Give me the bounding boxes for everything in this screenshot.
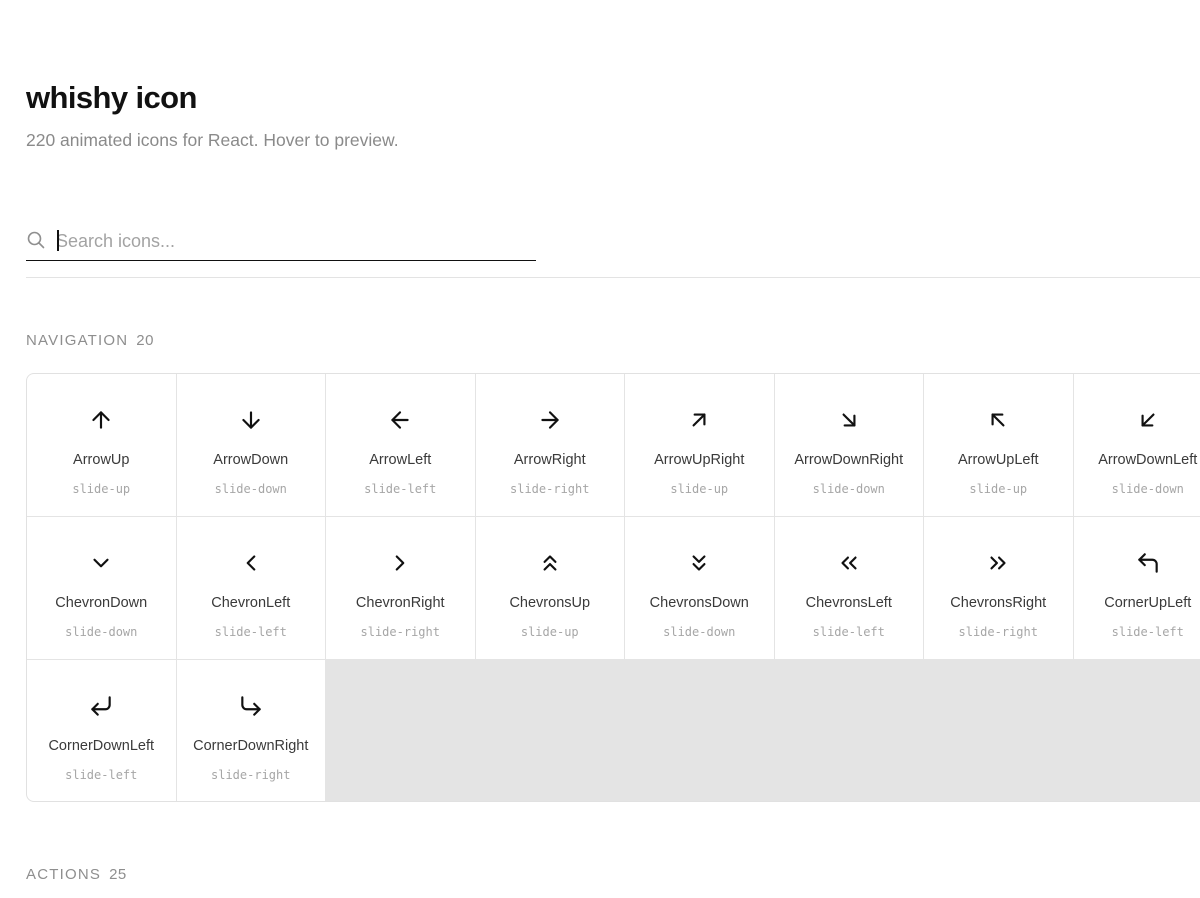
chevrons-right-icon (985, 550, 1011, 576)
icon-card-chevrons-down[interactable]: ChevronsDown slide-down (625, 517, 774, 659)
section-count: 20 (136, 332, 154, 349)
search-icon (26, 230, 46, 250)
icon-animation: slide-down (65, 625, 138, 639)
section-count: 25 (109, 866, 127, 883)
page-subtitle: 220 animated icons for React. Hover to p… (26, 130, 399, 150)
icon-card-chevron-down[interactable]: ChevronDown slide-down (27, 517, 176, 659)
icon-card-chevrons-right[interactable]: ChevronsRight slide-right (924, 517, 1073, 659)
icon-grid: ArrowUp slide-up ArrowDown slide-down ArrowL… (27, 374, 1200, 801)
chevrons-left-icon (836, 550, 862, 576)
corner-down-right-icon (238, 693, 264, 719)
arrow-up-right-icon (686, 407, 712, 433)
section-label: NAVIGATION (26, 332, 129, 349)
arrow-up-icon (88, 407, 114, 433)
chevrons-down-icon (686, 550, 712, 576)
icon-card-arrow-up-right[interactable]: ArrowUpRight slide-up (625, 374, 774, 516)
page-title: whishy icon (26, 80, 197, 115)
icon-animation: slide-right (211, 768, 291, 782)
icon-name: ArrowUp (73, 452, 130, 468)
icon-name: CornerDownLeft (48, 738, 155, 754)
icon-name: CornerUpLeft (1104, 595, 1192, 611)
corner-down-left-icon (88, 693, 114, 719)
icon-animation: slide-left (214, 625, 287, 639)
icon-card-corner-up-left[interactable]: CornerUpLeft slide-left (1073, 517, 1200, 659)
icon-name: CornerDownRight (193, 738, 309, 754)
icon-card-arrow-down-right[interactable]: ArrowDownRight slide-down (774, 374, 923, 516)
arrow-down-left-icon (1135, 407, 1161, 433)
icon-name: ArrowDownLeft (1098, 452, 1198, 468)
header-divider (26, 277, 1200, 278)
icon-animation: slide-right (958, 625, 1038, 639)
icon-animation: slide-left (1111, 625, 1184, 639)
icon-animation: slide-up (670, 482, 729, 496)
icon-animation: slide-up (520, 625, 579, 639)
icon-animation: slide-up (969, 482, 1028, 496)
icon-animation: slide-down (812, 482, 885, 496)
icon-card-arrow-up[interactable]: ArrowUp slide-up (27, 374, 176, 516)
icon-name: ChevronsLeft (805, 595, 892, 611)
arrow-down-right-icon (836, 407, 862, 433)
chevrons-up-icon (537, 550, 563, 576)
icon-animation: slide-down (663, 625, 736, 639)
icon-name: ArrowDownRight (794, 452, 904, 468)
arrow-down-icon (238, 407, 264, 433)
icon-animation: slide-up (72, 482, 131, 496)
text-cursor (57, 230, 59, 251)
icon-name: ChevronsRight (950, 595, 1047, 611)
icon-name: ArrowLeft (369, 452, 432, 468)
chevron-down-icon (88, 550, 114, 576)
icon-animation: slide-left (65, 768, 138, 782)
icon-card-arrow-up-left[interactable]: ArrowUpLeft slide-up (924, 374, 1073, 516)
corner-up-left-icon (1135, 550, 1161, 576)
icon-animation: slide-down (214, 482, 287, 496)
search-input[interactable] (56, 226, 526, 256)
icon-animation: slide-left (812, 625, 885, 639)
icon-gallery-page: whishy icon 220 animated icons for React… (0, 0, 1200, 898)
section-label: ACTIONS (26, 866, 102, 883)
icon-card-chevrons-up[interactable]: ChevronsUp slide-up (475, 517, 624, 659)
icon-card-arrow-right[interactable]: ArrowRight slide-right (475, 374, 624, 516)
icon-name: ArrowRight (513, 452, 586, 468)
search-bar (26, 224, 536, 261)
arrow-up-left-icon (985, 407, 1011, 433)
arrow-right-icon (537, 407, 563, 433)
section-header-navigation: NAVIGATION 20 (26, 331, 154, 351)
icon-name: ChevronDown (55, 595, 148, 611)
icon-name: ChevronsDown (649, 595, 749, 611)
chevron-left-icon (238, 550, 264, 576)
icon-name: ArrowUpRight (654, 452, 745, 468)
icon-animation: slide-down (1111, 482, 1184, 496)
icon-card-arrow-down[interactable]: ArrowDown slide-down (176, 374, 325, 516)
section-header-actions: ACTIONS 25 (26, 865, 127, 885)
icon-card-arrow-left[interactable]: ArrowLeft slide-left (326, 374, 475, 516)
icon-card-corner-down-right[interactable]: CornerDownRight slide-right (176, 660, 325, 801)
icon-animation: slide-right (360, 625, 440, 639)
arrow-left-icon (387, 407, 413, 433)
icon-animation: slide-right (510, 482, 590, 496)
icon-card-corner-down-left[interactable]: CornerDownLeft slide-left (27, 660, 176, 801)
icon-card-chevron-right[interactable]: ChevronRight slide-right (326, 517, 475, 659)
icon-name: ChevronRight (355, 595, 445, 611)
icon-animation: slide-left (364, 482, 437, 496)
chevron-right-icon (387, 550, 413, 576)
icon-grid-navigation: ArrowUp slide-up ArrowDown slide-down ArrowL… (26, 373, 1200, 802)
icon-name: ChevronLeft (211, 595, 291, 611)
icon-name: ArrowUpLeft (957, 452, 1039, 468)
icon-name: ChevronsUp (509, 595, 591, 611)
icon-card-chevrons-left[interactable]: ChevronsLeft slide-left (774, 517, 923, 659)
icon-card-arrow-down-left[interactable]: ArrowDownLeft slide-down (1073, 374, 1200, 516)
icon-name: ArrowDown (213, 452, 289, 468)
icon-card-chevron-left[interactable]: ChevronLeft slide-left (176, 517, 325, 659)
